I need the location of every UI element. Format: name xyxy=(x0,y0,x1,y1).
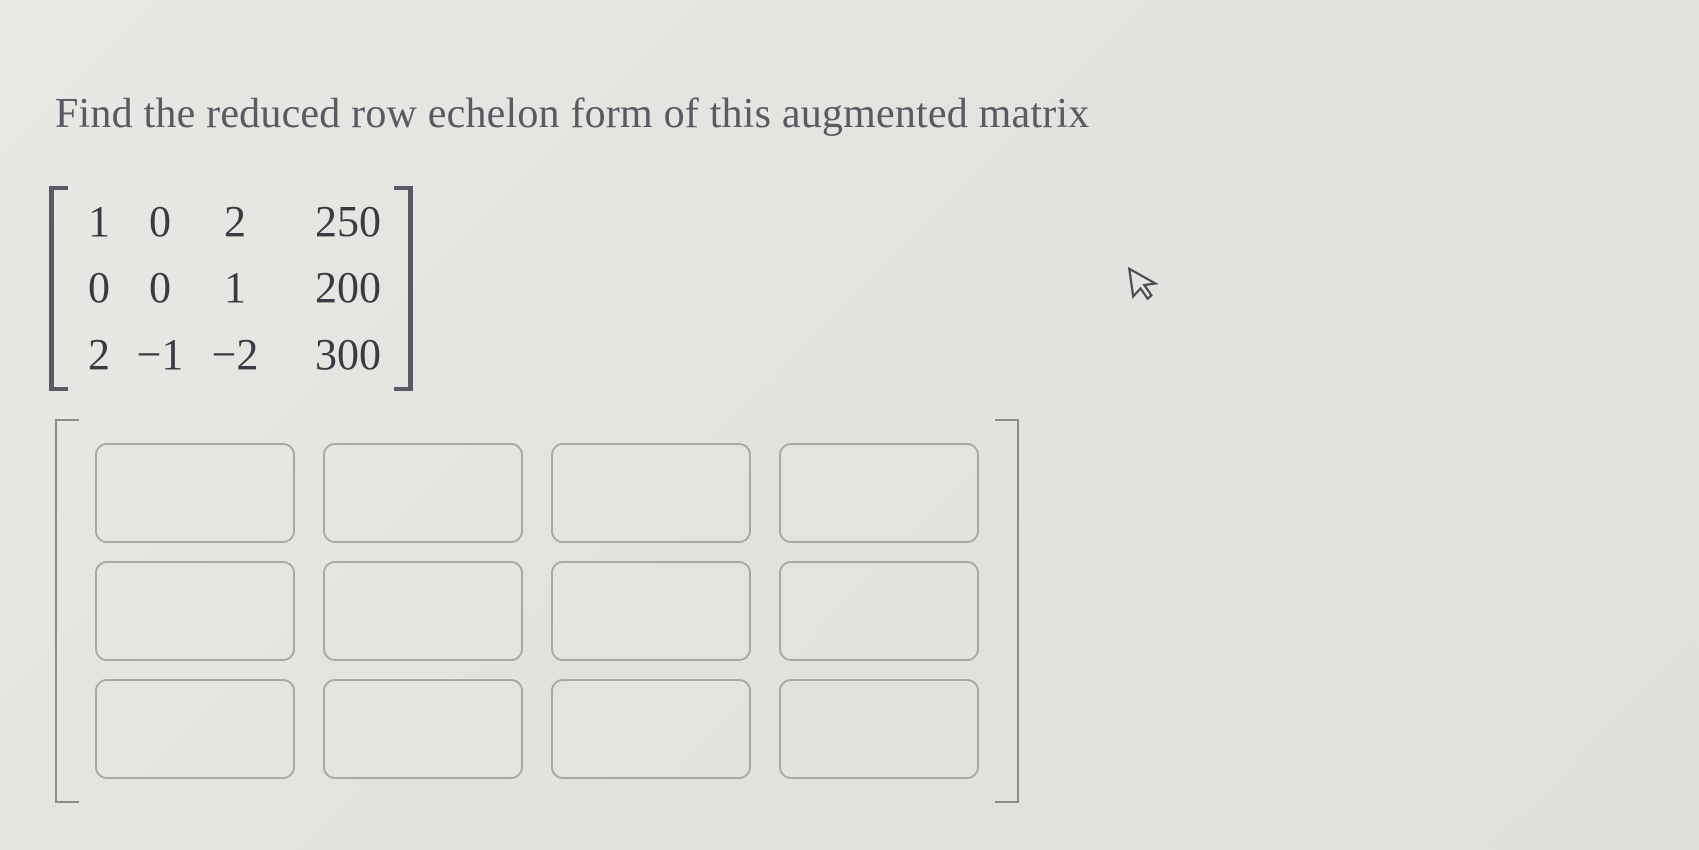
given-cell: 0 xyxy=(125,198,195,246)
given-cell: 2 xyxy=(73,331,125,379)
given-matrix: 1 0 2 250 0 0 1 200 2 −1 −2 300 xyxy=(49,186,413,391)
given-cell: 0 xyxy=(125,264,195,312)
matrix-bracket-left xyxy=(49,186,68,391)
answer-cell-1-3[interactable] xyxy=(779,561,979,661)
given-cell: 300 xyxy=(275,331,385,379)
given-cell: −1 xyxy=(125,331,195,379)
answer-cell-2-0[interactable] xyxy=(95,679,295,779)
question-prompt: Find the reduced row echelon form of thi… xyxy=(55,90,1659,138)
answer-cell-1-0[interactable] xyxy=(95,561,295,661)
answer-cell-1-2[interactable] xyxy=(551,561,751,661)
answer-cell-1-1[interactable] xyxy=(323,561,523,661)
answer-matrix xyxy=(55,419,1019,803)
answer-cell-0-3[interactable] xyxy=(779,443,979,543)
matrix-bracket-right xyxy=(394,186,413,391)
answer-cell-2-1[interactable] xyxy=(323,679,523,779)
answer-cell-0-1[interactable] xyxy=(323,443,523,543)
question-page: Find the reduced row echelon form of thi… xyxy=(0,0,1699,843)
answer-cell-0-0[interactable] xyxy=(95,443,295,543)
given-matrix-grid: 1 0 2 250 0 0 1 200 2 −1 −2 300 xyxy=(63,192,395,385)
answer-cell-2-2[interactable] xyxy=(551,679,751,779)
given-cell: 1 xyxy=(73,198,125,246)
answer-bracket-left xyxy=(55,419,79,803)
answer-bracket-right xyxy=(995,419,1019,803)
given-cell: 250 xyxy=(275,198,385,246)
given-cell: −2 xyxy=(195,331,275,379)
answer-cell-2-3[interactable] xyxy=(779,679,979,779)
given-cell: 0 xyxy=(73,264,125,312)
answer-matrix-grid xyxy=(91,437,983,785)
answer-cell-0-2[interactable] xyxy=(551,443,751,543)
given-cell: 200 xyxy=(275,264,385,312)
given-cell: 1 xyxy=(195,264,275,312)
given-cell: 2 xyxy=(195,198,275,246)
cursor-icon xyxy=(1125,262,1166,318)
